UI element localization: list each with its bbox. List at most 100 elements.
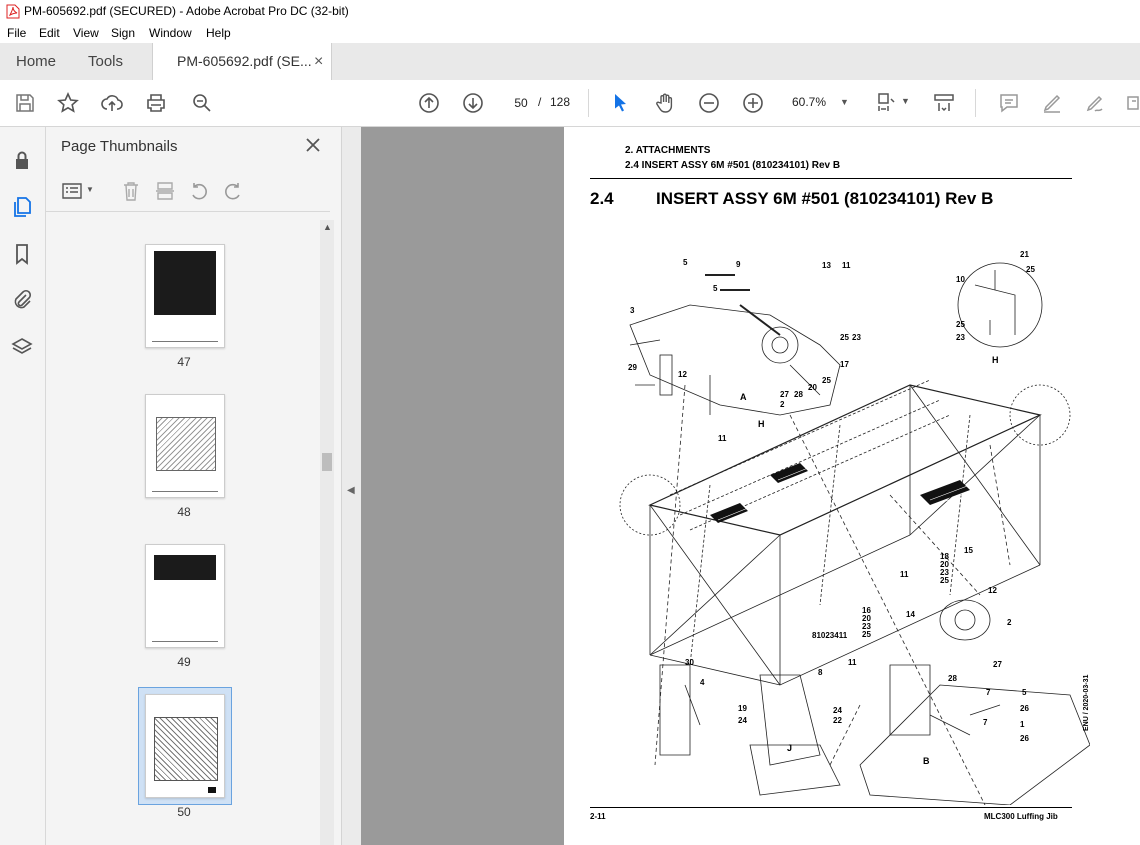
view-label-h-main: H [758,419,765,429]
highlight-pen-icon[interactable] [1040,91,1064,115]
svg-text:11: 11 [848,658,857,667]
svg-text:3: 3 [630,306,635,315]
tab-tools[interactable]: Tools [88,43,123,80]
rotate-clockwise-icon[interactable] [222,180,244,202]
svg-text:7: 7 [986,688,991,697]
page-header-line2: 2.4 INSERT ASSY 6M #501 (810234101) Rev … [625,160,841,171]
menu-edit[interactable]: Edit [39,26,60,40]
svg-text:23: 23 [852,333,861,342]
svg-text:12: 12 [988,586,997,595]
thumbnail-page-50[interactable] [145,694,225,798]
bookmarks-icon[interactable] [10,242,34,266]
comment-icon[interactable] [997,91,1021,115]
zoom-level-value: 60.7% [792,95,827,109]
svg-text:25: 25 [862,630,871,639]
thumbnail-options-chevron-icon[interactable]: ▼ [86,185,94,194]
svg-text:21: 21 [1020,250,1029,259]
previous-page-icon[interactable] [417,91,441,115]
view-label-b: B [923,756,930,766]
print-icon[interactable] [144,91,168,115]
attachments-paperclip-icon[interactable] [10,288,34,312]
scrolling-mode-icon[interactable] [932,91,956,115]
lock-icon[interactable] [10,148,34,172]
svg-text:81023411: 81023411 [812,631,848,640]
section-number: 2.4 [590,189,614,208]
svg-text:12: 12 [678,370,687,379]
svg-text:4: 4 [700,678,705,687]
svg-text:27: 27 [780,390,789,399]
page-header-line1: 2. ATTACHMENTS [625,145,711,156]
svg-text:23: 23 [956,333,965,342]
page-separator: / [538,95,542,109]
search-zoom-icon[interactable] [190,91,214,115]
menu-help[interactable]: Help [206,26,231,40]
page-fit-chevron-icon[interactable]: ▼ [901,96,910,106]
thumbnail-options-icon[interactable] [61,181,83,201]
collapse-panel-icon[interactable]: ◀ [347,485,355,496]
menu-file[interactable]: File [7,26,26,40]
thumbnails-scroll-thumb[interactable] [322,453,332,471]
rotate-counterclockwise-icon[interactable] [188,180,210,202]
page-fit-icon[interactable] [875,91,899,115]
menu-bar: File Edit View Sign Window Help [0,23,1140,43]
menu-sign[interactable]: Sign [111,26,135,40]
svg-text:11: 11 [900,570,909,579]
tab-close-icon[interactable]: × [314,43,323,80]
zoom-in-icon[interactable] [741,91,765,115]
select-cursor-icon[interactable] [608,91,632,115]
view-label-j: J [787,743,792,753]
menu-view[interactable]: View [73,26,99,40]
acrobat-pdf-icon [6,4,20,19]
tab-document[interactable]: PM-605692.pdf (SE... × [152,43,332,81]
thumbnail-page-49[interactable] [145,544,225,648]
thumbnail-page-47[interactable] [145,244,225,348]
thumbnail-label: 49 [177,655,191,669]
thumbnail-label: 47 [177,355,191,369]
scroll-up-icon[interactable]: ▲ [323,222,332,232]
current-page-input[interactable]: 50 [506,91,536,115]
navigation-rail [0,127,46,845]
svg-text:27: 27 [993,660,1002,669]
svg-text:5: 5 [713,284,718,293]
more-tools-icon[interactable] [1124,91,1140,115]
svg-text:2: 2 [780,400,785,409]
svg-text:9: 9 [736,260,741,269]
bookmark-star-icon[interactable] [56,91,80,115]
close-panel-icon[interactable] [304,136,322,154]
draw-freehand-icon[interactable] [1083,91,1107,115]
svg-text:13: 13 [822,261,831,270]
upload-cloud-icon[interactable] [100,91,124,115]
menu-window[interactable]: Window [149,26,192,40]
svg-text:25: 25 [940,576,949,585]
panel-splitter[interactable]: ◀ [341,127,362,845]
save-icon[interactable] [13,91,37,115]
hand-tool-icon[interactable] [653,91,677,115]
layers-icon[interactable] [10,335,34,359]
pdf-page: 2. ATTACHMENTS 2.4 INSERT ASSY 6M #501 (… [564,127,1140,845]
toolbar: 50 / 128 60.7% ▼ ▼ [0,80,1140,127]
exploded-parts-diagram: 5 9 13 11 5325 23 29121725 2028272 21251025 … [619,250,1090,805]
window-title: PM-605692.pdf (SECURED) - Adobe Acrobat … [24,4,349,18]
svg-text:5: 5 [683,258,688,267]
svg-text:28: 28 [794,390,803,399]
svg-text:10: 10 [956,275,965,284]
svg-text:17: 17 [840,360,849,369]
panel-title: Page Thumbnails [61,138,178,155]
svg-text:28: 28 [948,674,957,683]
delete-page-icon[interactable] [121,180,141,202]
page-thumbnails-icon[interactable] [10,195,34,219]
svg-text:5: 5 [1022,688,1027,697]
thumbnail-page-48[interactable] [145,394,225,498]
total-pages: 128 [550,95,571,109]
zoom-level-select[interactable]: 60.7% ▼ [784,91,856,113]
svg-text:30: 30 [685,658,694,667]
svg-text:26: 26 [1020,704,1029,713]
svg-text:24: 24 [738,716,747,725]
thumbnails-scrollbar[interactable] [320,220,334,845]
zoom-out-icon[interactable] [697,91,721,115]
next-page-icon[interactable] [461,91,485,115]
section-title: INSERT ASSY 6M #501 (810234101) Rev B [656,189,994,208]
svg-text:7: 7 [983,718,988,727]
extract-page-icon[interactable] [154,180,176,202]
tab-home[interactable]: Home [16,43,56,80]
